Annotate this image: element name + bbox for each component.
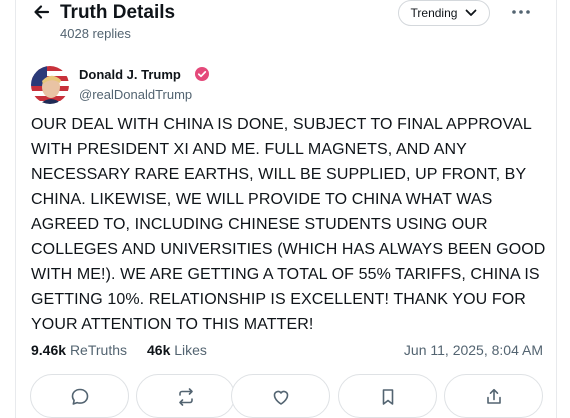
post-body: OUR DEAL WITH CHINA IS DONE, SUBJECT TO … — [31, 116, 546, 333]
chevron-down-icon — [466, 9, 477, 16]
back-button[interactable] — [32, 2, 52, 22]
page-title: Truth Details — [60, 2, 176, 23]
retruths-label: ReTruths — [69, 342, 127, 358]
post-timestamp: Jun 11, 2025, 8:04 AM — [403, 342, 543, 358]
likes-label: Likes — [174, 342, 207, 358]
retruths-count: 9.46k — [31, 342, 67, 358]
retruths-stat[interactable]: 9.46k ReTruths — [31, 342, 127, 358]
page-header: Truth Details 4028 replies Trending — [16, 0, 556, 48]
retruth-button[interactable] — [136, 374, 235, 418]
share-icon — [486, 388, 501, 404]
like-icon — [273, 390, 288, 405]
share-button[interactable] — [444, 374, 543, 418]
reply-icon — [71, 388, 88, 405]
likes-stat[interactable]: 46k Likes — [147, 342, 207, 358]
reply-button[interactable] — [30, 374, 129, 418]
truth-details-panel: Truth Details 4028 replies Trending Dona… — [15, 0, 557, 418]
author-handle[interactable]: @realDonaldTrump — [79, 87, 192, 102]
verified-badge-icon — [195, 67, 209, 81]
more-options-button[interactable] — [510, 2, 532, 22]
likes-count: 46k — [147, 342, 171, 358]
replies-count: 4028 replies — [60, 26, 131, 41]
bookmark-button[interactable] — [338, 374, 437, 418]
retruth-icon — [178, 388, 193, 406]
more-icon — [512, 10, 530, 14]
like-button[interactable] — [231, 374, 330, 418]
bookmark-icon — [382, 389, 393, 405]
sort-dropdown[interactable]: Trending — [398, 0, 490, 26]
post-stats: 9.46k ReTruths 46k Likes Jun 11, 2025, 8… — [31, 342, 543, 362]
action-bar — [16, 374, 556, 418]
post-author: Donald J. Trump @realDonaldTrump — [31, 66, 531, 106]
avatar[interactable] — [31, 66, 69, 104]
sort-label: Trending — [410, 6, 458, 20]
arrow-left-icon — [34, 5, 50, 19]
author-name[interactable]: Donald J. Trump — [79, 67, 181, 82]
avatar-image — [31, 66, 69, 104]
